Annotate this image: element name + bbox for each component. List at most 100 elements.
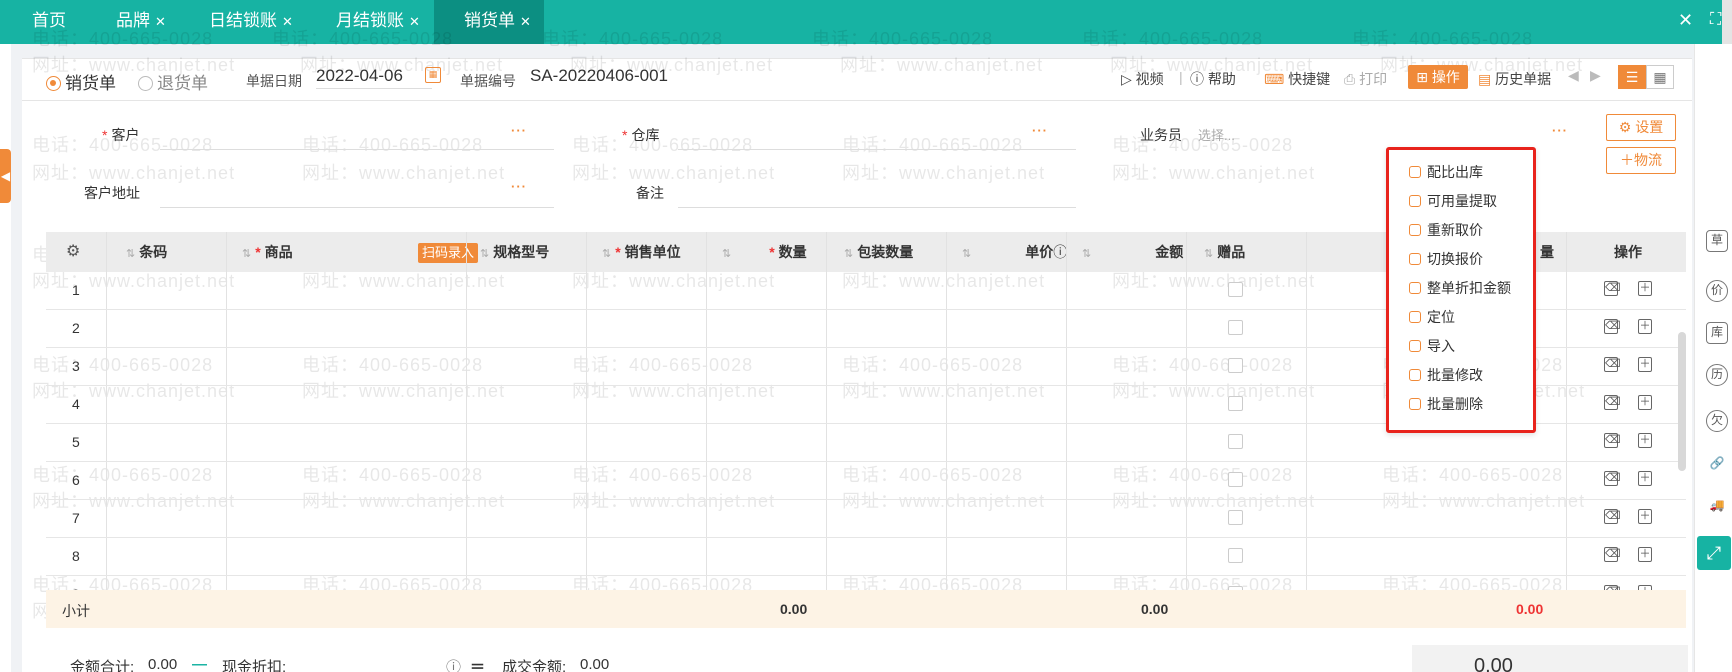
delete-icon[interactable]: ⌫: [1604, 471, 1621, 486]
docno-value: SA-20220406-001: [530, 66, 669, 85]
equals-icon: ＝: [470, 659, 486, 672]
copy-icon[interactable]: ＋: [1638, 433, 1652, 448]
tab-brand[interactable]: 品牌 ✕: [116, 0, 166, 44]
gift-checkbox[interactable]: [1228, 396, 1243, 411]
date-input[interactable]: 2022-04-06: [316, 66, 432, 89]
menu-item-available-qty[interactable]: 可用量提取: [1409, 189, 1497, 213]
gift-checkbox[interactable]: [1228, 548, 1243, 563]
table-row[interactable]: 6 ⌫ ＋: [46, 462, 1686, 500]
close-window-icon[interactable]: ✕: [1678, 0, 1693, 44]
expand-icon[interactable]: ⤢: [1697, 536, 1731, 570]
scan-entry-button[interactable]: 扫码录入: [418, 243, 479, 263]
gift-checkbox[interactable]: [1228, 510, 1243, 525]
close-icon[interactable]: ✕: [409, 14, 420, 29]
menu-item-ratio-outbound[interactable]: 配比出库: [1409, 160, 1483, 184]
delete-icon[interactable]: ⌫: [1604, 281, 1621, 296]
gift-checkbox[interactable]: [1228, 434, 1243, 449]
video-button[interactable]: ▷ 视频: [1121, 69, 1164, 89]
col-spec[interactable]: ⇅ 规格型号: [480, 232, 549, 272]
col-qty2[interactable]: 量: [1540, 232, 1554, 272]
col-product[interactable]: ⇅ * 商品: [242, 232, 293, 272]
menu-item-import[interactable]: 导入: [1409, 334, 1455, 358]
stock-icon[interactable]: 库: [1706, 322, 1728, 344]
operation-button[interactable]: ⊞ 操作: [1408, 65, 1468, 89]
menu-item-locate[interactable]: 定位: [1409, 305, 1455, 329]
history-button[interactable]: ▤ 历史单据: [1478, 69, 1551, 89]
menu-item-batch-edit[interactable]: 批量修改: [1409, 363, 1483, 387]
settings-button[interactable]: ⚙ 设置: [1606, 114, 1676, 141]
menu-item-batch-delete[interactable]: 批量删除: [1409, 392, 1483, 416]
truck-icon[interactable]: 🚚: [1706, 496, 1728, 518]
col-barcode[interactable]: ⇅ 条码: [126, 232, 167, 272]
gift-checkbox[interactable]: [1228, 358, 1243, 373]
print-button[interactable]: ⎙ 打印: [1344, 69, 1387, 89]
remark-input[interactable]: [678, 207, 1076, 208]
col-price[interactable]: ⇅ 单价ⓘ: [962, 232, 1067, 272]
menu-item-refetch-price[interactable]: 重新取价: [1409, 218, 1483, 242]
copy-icon[interactable]: ＋: [1638, 281, 1652, 296]
copy-icon[interactable]: ＋: [1638, 509, 1652, 524]
copy-icon[interactable]: ＋: [1638, 547, 1652, 562]
col-qty[interactable]: ⇅ * 数量: [722, 232, 807, 272]
debt-icon[interactable]: 欠: [1706, 410, 1728, 432]
salesman-more-icon[interactable]: ···: [1552, 123, 1568, 138]
copy-icon[interactable]: ＋: [1638, 357, 1652, 372]
next-arrow-icon[interactable]: ▶: [1590, 67, 1601, 84]
menu-item-switch-quote[interactable]: 切换报价: [1409, 247, 1483, 271]
help-button[interactable]: ⓘ 帮助: [1190, 69, 1236, 89]
col-pack-qty[interactable]: ⇅ 包装数量: [844, 232, 913, 272]
table-row[interactable]: 9⌫＋: [46, 576, 1686, 590]
draft-icon[interactable]: 草: [1706, 230, 1728, 252]
list-view-icon[interactable]: ☰: [1618, 65, 1646, 89]
tab-sales-order[interactable]: 销货单 ✕: [434, 0, 544, 44]
copy-icon[interactable]: ＋: [1638, 319, 1652, 334]
delete-icon[interactable]: ⌫: [1604, 357, 1621, 372]
delete-icon[interactable]: ⌫: [1604, 547, 1621, 562]
col-unit[interactable]: ⇅ * 销售单位: [602, 232, 681, 272]
link-icon[interactable]: 🔗: [1706, 454, 1728, 476]
address-more-icon[interactable]: ···: [511, 179, 527, 194]
menu-item-discount-amount[interactable]: 整单折扣金额: [1409, 276, 1511, 300]
customer-input[interactable]: [160, 149, 554, 150]
calendar-icon[interactable]: ▦: [425, 67, 441, 83]
prev-arrow-icon[interactable]: ◀: [1568, 67, 1579, 84]
delete-icon[interactable]: ⌫: [1604, 319, 1621, 334]
warehouse-more-icon[interactable]: ···: [1032, 123, 1048, 138]
column-settings-icon[interactable]: ⚙: [66, 232, 80, 272]
top-tab-bar: 首页 品牌 ✕ 日结锁账 ✕ 月结锁账 ✕ 销货单 ✕ ✕ ⛶: [0, 0, 1732, 44]
col-amount[interactable]: ⇅ 金额: [1082, 232, 1183, 272]
close-icon[interactable]: ✕: [520, 14, 531, 29]
delete-icon[interactable]: ⌫: [1604, 433, 1621, 448]
logistics-button[interactable]: ＋物流: [1606, 147, 1676, 174]
address-input[interactable]: [160, 207, 554, 208]
price-icon[interactable]: 价: [1706, 280, 1728, 302]
fullscreen-icon[interactable]: ⛶: [1710, 0, 1721, 44]
gift-checkbox[interactable]: [1228, 320, 1243, 335]
copy-icon[interactable]: ＋: [1638, 471, 1652, 486]
table-row[interactable]: 7 ⌫ ＋: [46, 500, 1686, 538]
close-icon[interactable]: ✕: [282, 14, 293, 29]
warehouse-input[interactable]: [678, 149, 1076, 150]
question-icon[interactable]: ⓘ: [446, 656, 461, 672]
collapse-handle-icon[interactable]: ◀: [0, 149, 11, 203]
radio-return-order[interactable]: 退货单: [138, 69, 208, 94]
col-gift[interactable]: ⇅ 赠品: [1204, 232, 1245, 272]
table-row[interactable]: 8 ⌫ ＋: [46, 538, 1686, 576]
customer-more-icon[interactable]: ···: [511, 123, 527, 138]
tab-home[interactable]: 首页: [32, 0, 66, 44]
copy-icon[interactable]: ＋: [1638, 395, 1652, 410]
history-icon[interactable]: 历: [1706, 364, 1728, 386]
shortcut-button[interactable]: ⌨ 快捷键: [1264, 69, 1330, 89]
tab-daily-lock[interactable]: 日结锁账 ✕: [209, 0, 293, 44]
grid-scrollbar[interactable]: [1678, 332, 1686, 471]
delete-icon[interactable]: ⌫: [1604, 509, 1621, 524]
close-icon[interactable]: ✕: [155, 14, 166, 29]
col-operations: 操作: [1614, 244, 1642, 260]
card-view-icon[interactable]: ▦: [1646, 65, 1674, 89]
gift-checkbox[interactable]: [1228, 282, 1243, 297]
delete-icon[interactable]: ⌫: [1604, 395, 1621, 410]
salesman-input[interactable]: 选择...: [1198, 125, 1235, 144]
gift-checkbox[interactable]: [1228, 472, 1243, 487]
radio-sales-order[interactable]: 销货单: [46, 69, 116, 94]
tab-monthly-lock[interactable]: 月结锁账 ✕: [336, 0, 420, 44]
